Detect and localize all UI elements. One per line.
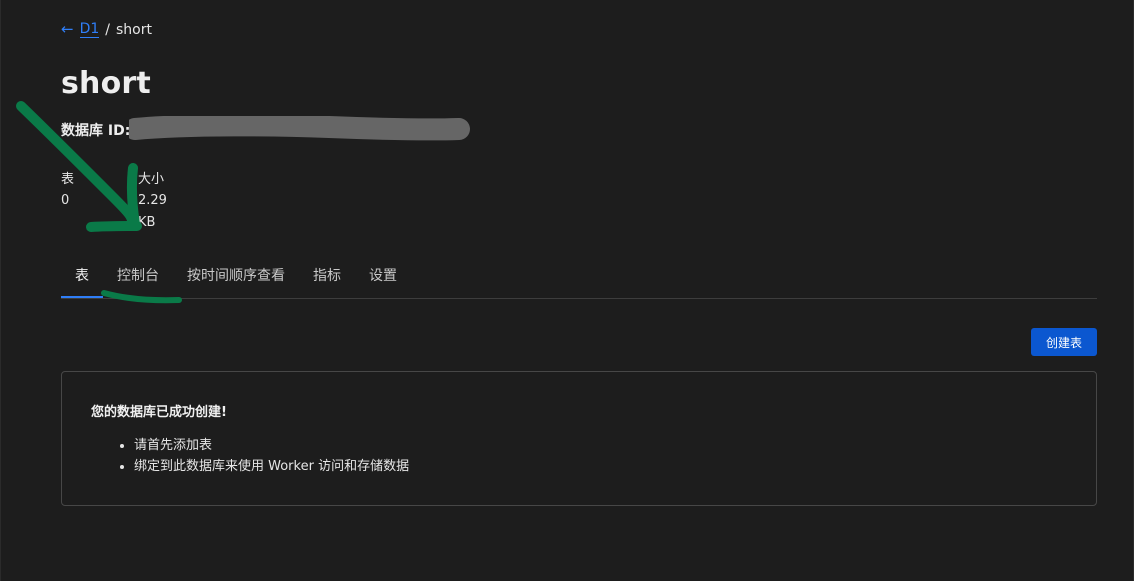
redaction-mark xyxy=(129,116,470,141)
database-id-label: 数据库 ID: xyxy=(61,120,130,140)
stat-tables-value: 0 xyxy=(61,193,70,208)
tab-settings[interactable]: 设置 xyxy=(355,262,411,297)
back-arrow-icon[interactable]: ← xyxy=(61,22,74,37)
database-id-label-text: 数据库 ID: xyxy=(61,123,131,139)
info-panel: 您的数据库已成功创建! 请首先添加表 绑定到此数据库来使用 Worker 访问和… xyxy=(61,371,1097,506)
stat-size: 大小 2.29 KB xyxy=(138,170,167,230)
tab-bar: 表 控制台 按时间顺序查看 指标 设置 xyxy=(61,262,1097,299)
page-title: short xyxy=(61,66,151,101)
breadcrumb-separator: / xyxy=(105,21,110,38)
stat-tables-label: 表 xyxy=(61,172,75,187)
stat-size-label: 大小 xyxy=(138,172,165,187)
tab-console[interactable]: 控制台 xyxy=(103,262,173,297)
tab-tables[interactable]: 表 xyxy=(61,262,103,298)
breadcrumb-link-d1[interactable]: D1 xyxy=(79,21,100,38)
info-item-bind-worker: 绑定到此数据库来使用 Worker 访问和存储数据 xyxy=(134,456,409,477)
breadcrumb-current: short xyxy=(115,21,152,38)
stat-tables: 表 0 xyxy=(61,170,74,210)
info-list: 请首先添加表 绑定到此数据库来使用 Worker 访问和存储数据 xyxy=(91,435,409,477)
tab-metrics[interactable]: 指标 xyxy=(299,262,355,297)
breadcrumb: ← D1 / short xyxy=(61,21,152,38)
info-title: 您的数据库已成功创建! xyxy=(91,405,227,420)
info-item-add-table: 请首先添加表 xyxy=(134,435,409,456)
create-table-button[interactable]: 创建表 xyxy=(1031,328,1097,356)
tab-timeline[interactable]: 按时间顺序查看 xyxy=(173,262,299,297)
page: ← D1 / short short 数据库 ID: 表 0 大小 2.29 K… xyxy=(0,0,1134,581)
stat-size-value: 2.29 KB xyxy=(138,193,167,230)
